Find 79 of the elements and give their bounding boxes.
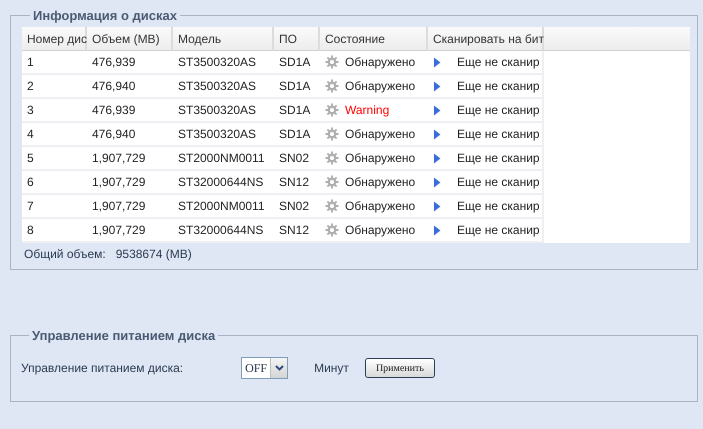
column-header[interactable]: ПО xyxy=(274,27,320,51)
scan-status: Еще не сканир xyxy=(457,151,540,165)
play-icon[interactable] xyxy=(433,200,441,212)
table-cell: ST2000NM0011 xyxy=(173,147,274,171)
gear-icon xyxy=(325,175,339,189)
apply-button[interactable]: Применить xyxy=(364,358,435,378)
table-cell: ST32000644NS xyxy=(173,219,274,243)
table-cell: 6 xyxy=(22,171,87,195)
table-cell: ST3500320AS xyxy=(173,123,274,147)
column-header[interactable]: Номер дис xyxy=(22,27,87,51)
status-text: Warning xyxy=(345,103,390,117)
column-header[interactable]: Состояние xyxy=(320,27,428,51)
table-cell: SN12 xyxy=(274,171,320,195)
scan-status: Еще не сканир xyxy=(457,199,540,213)
play-icon[interactable] xyxy=(433,224,441,236)
scan-status: Еще не сканир xyxy=(457,175,540,189)
status-text: Обнаружено xyxy=(345,151,416,165)
gear-icon xyxy=(325,127,339,141)
table-cell: ST3500320AS xyxy=(173,75,274,99)
status-text: Обнаружено xyxy=(345,55,416,69)
scan-status: Еще не сканир xyxy=(457,79,540,93)
table-cell: 1,907,729 xyxy=(87,147,173,171)
gear-icon xyxy=(325,199,339,213)
scan-status: Еще не сканир xyxy=(457,223,540,237)
table-cell: 1,907,729 xyxy=(87,195,173,219)
table-cell: ST3500320AS xyxy=(173,99,274,123)
table-cell: SN12 xyxy=(274,219,320,243)
table-cell: SD1A xyxy=(274,99,320,123)
status-text: Обнаружено xyxy=(345,175,416,189)
table-cell: 476,939 xyxy=(87,99,173,123)
gear-icon xyxy=(325,79,339,93)
table-cell: ST32000644NS xyxy=(173,171,274,195)
play-icon[interactable] xyxy=(433,128,441,140)
status-text: Обнаружено xyxy=(345,79,416,93)
scan-status: Еще не сканир xyxy=(457,55,540,69)
caret-icon xyxy=(274,365,284,371)
play-icon[interactable] xyxy=(433,152,441,164)
table-cell: 4 xyxy=(22,123,87,147)
table-cell: 476,940 xyxy=(87,75,173,99)
column-header[interactable]: Сканировать на бит xyxy=(428,27,544,51)
table-cell: 8 xyxy=(22,219,87,243)
scan-status: Еще не сканир xyxy=(457,103,540,117)
field-label: Управление питанием диска: xyxy=(21,361,184,375)
play-icon[interactable] xyxy=(433,176,441,188)
section-title: Управление питанием диска xyxy=(31,328,216,343)
table-cell: 7 xyxy=(22,195,87,219)
table-cell: SD1A xyxy=(274,75,320,99)
table-cell: 1,907,729 xyxy=(87,171,173,195)
gear-icon xyxy=(325,103,339,117)
table-cell: SN02 xyxy=(274,195,320,219)
total-label: Общий объем: xyxy=(24,247,106,261)
status-text: Обнаружено xyxy=(345,199,416,213)
table-cell: SD1A xyxy=(274,123,320,147)
play-icon[interactable] xyxy=(433,56,441,68)
column-header[interactable]: Модель xyxy=(173,27,274,51)
table-cell: 476,940 xyxy=(87,123,173,147)
table-cell: SD1A xyxy=(274,51,320,75)
unit-label: Минут xyxy=(314,361,349,375)
play-icon[interactable] xyxy=(433,104,441,116)
gear-icon xyxy=(325,55,339,69)
table-cell: ST3500320AS xyxy=(173,51,274,75)
status-text: Обнаружено xyxy=(345,127,416,141)
table-cell: 2 xyxy=(22,75,87,99)
table-cell: SN02 xyxy=(274,147,320,171)
table-cell: 476,939 xyxy=(87,51,173,75)
gear-icon xyxy=(325,223,339,237)
total-value: 9538674 (MB) xyxy=(116,247,192,261)
column-header[interactable]: Объем (MB) xyxy=(87,27,173,51)
section-title: Информация о дисках xyxy=(32,8,178,23)
table-cell: 1,907,729 xyxy=(87,219,173,243)
play-icon[interactable] xyxy=(433,80,441,92)
table-cell: ST2000NM0011 xyxy=(173,195,274,219)
table-cell: 5 xyxy=(22,147,87,171)
timeout-select[interactable]: OFF xyxy=(241,357,288,379)
gear-icon xyxy=(325,151,339,165)
scan-status: Еще не сканир xyxy=(457,127,540,141)
table-cell: 3 xyxy=(22,99,87,123)
status-text: Обнаружено xyxy=(345,223,416,237)
table-cell: 1 xyxy=(22,51,87,75)
